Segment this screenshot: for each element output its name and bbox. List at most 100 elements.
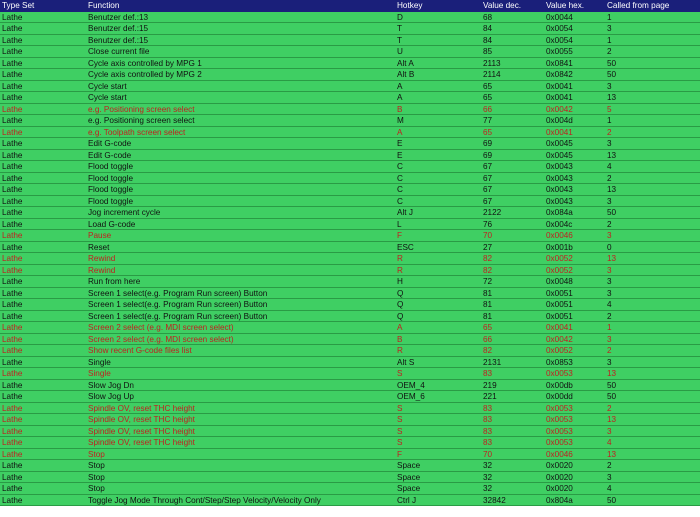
cell-value-dec: 27 <box>483 242 493 252</box>
cell-called-from-page: 13 <box>607 93 617 102</box>
table-row[interactable]: Lathe Rewind R 82 0x0052 13 <box>0 253 700 265</box>
cell-value-dec: 70 <box>483 449 493 459</box>
cell-hotkey: B <box>397 104 403 114</box>
table-row[interactable]: Lathe Jog increment cycle Alt J 2122 0x084a 5… <box>0 207 700 219</box>
table-row[interactable]: Lathe Single S 83 0x0053 13 <box>0 368 700 380</box>
table-row[interactable]: Lathe Edit G-code E 69 0x0045 3 <box>0 138 700 150</box>
table-row[interactable]: Lathe Flood toggle C 67 0x0043 13 <box>0 184 700 196</box>
cell-function: Screen 1 select(e.g. Program Run screen)… <box>88 311 268 321</box>
table-row[interactable]: Lathe Run from here H 72 0x0048 3 <box>0 276 700 288</box>
table-row[interactable]: Lathe e.g. Positioning screen select M 77 0x… <box>0 115 700 127</box>
table-row[interactable]: Lathe Stop Space 32 0x0020 2 <box>0 460 700 472</box>
table-row[interactable]: Lathe Cycle start A 65 0x0041 13 <box>0 92 700 104</box>
cell-value-hex: 0x0042 <box>546 104 573 114</box>
cell-type-set: Lathe <box>2 346 23 355</box>
cell-called-from-page: 3 <box>607 334 612 344</box>
cell-called-from-page: 0 <box>607 242 612 252</box>
cell-function: Benutzer def.:13 <box>88 12 149 22</box>
column-header-called-from-page[interactable]: Called from page <box>605 0 700 12</box>
cell-type-set: Lathe <box>2 323 23 332</box>
cell-function: Run from here <box>88 277 141 286</box>
table-row[interactable]: Lathe Slow Jog Dn OEM_4 219 0x00db 50 <box>0 379 700 391</box>
column-header-function[interactable]: Function <box>86 0 395 12</box>
table-row[interactable]: Lathe Cycle start A 65 0x0041 3 <box>0 80 700 92</box>
cell-type-set: Lathe <box>2 380 23 390</box>
cell-called-from-page: 3 <box>607 231 612 240</box>
table-row[interactable]: Lathe e.g. Positioning screen select B 66 0x… <box>0 103 700 115</box>
cell-value-hex: 0x0053 <box>546 415 573 424</box>
cell-called-from-page: 3 <box>607 81 612 91</box>
table-row[interactable]: Lathe Flood toggle C 67 0x0043 4 <box>0 161 700 173</box>
cell-hotkey: F <box>397 231 403 240</box>
table-row[interactable]: Lathe Stop Space 32 0x0020 3 <box>0 471 700 483</box>
table-row[interactable]: Lathe Screen 1 select(e.g. Program Run sc… <box>0 287 700 299</box>
table-row[interactable]: Lathe Cycle axis controlled by MPG 2 Alt B… <box>0 69 700 81</box>
table-row[interactable]: Lathe Spindle OV, reset THC height S 83 0x00… <box>0 402 700 414</box>
table-row[interactable]: Lathe Edit G-code E 69 0x0045 13 <box>0 149 700 161</box>
cell-hotkey: A <box>397 127 403 137</box>
cell-hotkey: A <box>397 81 403 91</box>
table-row[interactable]: Lathe Cycle axis controlled by MPG 1 Alt A… <box>0 57 700 69</box>
cell-hotkey: Space <box>397 461 421 470</box>
table-row[interactable]: Lathe Spindle OV, reset THC height S 83 0x00… <box>0 437 700 449</box>
cell-hotkey: B <box>397 334 403 344</box>
cell-value-hex: 0x0052 <box>546 346 573 355</box>
cell-hotkey: Alt S <box>397 357 415 367</box>
cell-called-from-page: 2 <box>607 311 612 321</box>
table-row[interactable]: Lathe Screen 1 select(e.g. Program Run sc… <box>0 310 700 322</box>
table-row[interactable]: Lathe Flood toggle C 67 0x0043 2 <box>0 172 700 184</box>
table-row[interactable]: Lathe Stop Space 32 0x0020 4 <box>0 483 700 495</box>
cell-value-hex: 0x0051 <box>546 300 573 309</box>
cell-function: Stop <box>88 484 105 493</box>
cell-hotkey: S <box>397 426 403 436</box>
cell-called-from-page: 3 <box>607 265 612 275</box>
table-row[interactable]: Lathe Single Alt S 2131 0x0853 3 <box>0 356 700 368</box>
cell-type-set: Lathe <box>2 219 23 229</box>
table-row[interactable]: Lathe Screen 2 select (e.g. MDI screen se… <box>0 333 700 345</box>
cell-called-from-page: 2 <box>607 47 612 56</box>
cell-value-hex: 0x0842 <box>546 70 573 79</box>
table-row[interactable]: Lathe Benutzer def.:13 D 68 0x0044 1 <box>0 11 700 23</box>
cell-value-dec: 2113 <box>483 58 501 68</box>
table-row[interactable]: Lathe Slow Jog Up OEM_6 221 0x00dd 50 <box>0 391 700 403</box>
table-row[interactable]: Lathe Close current file U 85 0x0055 2 <box>0 46 700 58</box>
cell-value-dec: 70 <box>483 231 493 240</box>
column-header-value-hex[interactable]: Value hex. <box>544 0 605 12</box>
column-header-type-set[interactable]: Type Set <box>0 0 86 12</box>
column-header-value-dec[interactable]: Value dec. <box>481 0 544 12</box>
cell-type-set: Lathe <box>2 277 23 286</box>
cell-hotkey: Q <box>397 288 404 298</box>
cell-function: Spindle OV, reset THC height <box>88 426 195 436</box>
table-row[interactable]: Lathe Benutzer def.:15 T 84 0x0054 1 <box>0 34 700 46</box>
cell-function: Spindle OV, reset THC height <box>88 415 195 424</box>
cell-function: Load G-code <box>88 219 136 229</box>
column-header-hotkey[interactable]: Hotkey <box>395 0 481 12</box>
table-row[interactable]: Lathe Pause F 70 0x0046 3 <box>0 230 700 242</box>
cell-hotkey: R <box>397 346 403 355</box>
cell-type-set: Lathe <box>2 254 23 263</box>
cell-value-hex: 0x0051 <box>546 288 573 298</box>
table-row[interactable]: Lathe Spindle OV, reset THC height S 83 0x00… <box>0 425 700 437</box>
table-row[interactable]: Lathe e.g. Toolpath screen select A 65 0x004… <box>0 126 700 138</box>
cell-called-from-page: 50 <box>607 495 617 505</box>
table-row[interactable]: Lathe Screen 1 select(e.g. Program Run sc… <box>0 299 700 311</box>
table-row[interactable]: Lathe Reset ESC 27 0x001b 0 <box>0 241 700 253</box>
table-row[interactable]: Lathe Spindle OV, reset THC height S 83 0x00… <box>0 414 700 426</box>
cell-called-from-page: 2 <box>607 461 612 470</box>
cell-function: Reset <box>88 242 110 252</box>
table-row[interactable]: Lathe Benutzer def.:15 T 84 0x0054 3 <box>0 23 700 35</box>
table-row[interactable]: Lathe Show recent G-code files list R 82 0x0… <box>0 345 700 357</box>
table-row[interactable]: Lathe Stop F 70 0x0046 13 <box>0 448 700 460</box>
cell-function: Pause <box>88 231 112 240</box>
cell-hotkey: A <box>397 93 403 102</box>
cell-called-from-page: 3 <box>607 472 612 482</box>
cell-value-dec: 67 <box>483 173 493 183</box>
table-row[interactable]: Lathe Flood toggle C 67 0x0043 3 <box>0 195 700 207</box>
cell-value-hex: 0x0053 <box>546 426 573 436</box>
cell-value-dec: 65 <box>483 81 493 91</box>
cell-called-from-page: 1 <box>607 323 612 332</box>
table-row[interactable]: Lathe Screen 2 select (e.g. MDI screen se… <box>0 322 700 334</box>
table-row[interactable]: Lathe Toggle Jog Mode Through Cont/Step/S… <box>0 494 700 506</box>
table-row[interactable]: Lathe Load G-code L 76 0x004c 2 <box>0 218 700 230</box>
table-row[interactable]: Lathe Rewind R 82 0x0052 3 <box>0 264 700 276</box>
